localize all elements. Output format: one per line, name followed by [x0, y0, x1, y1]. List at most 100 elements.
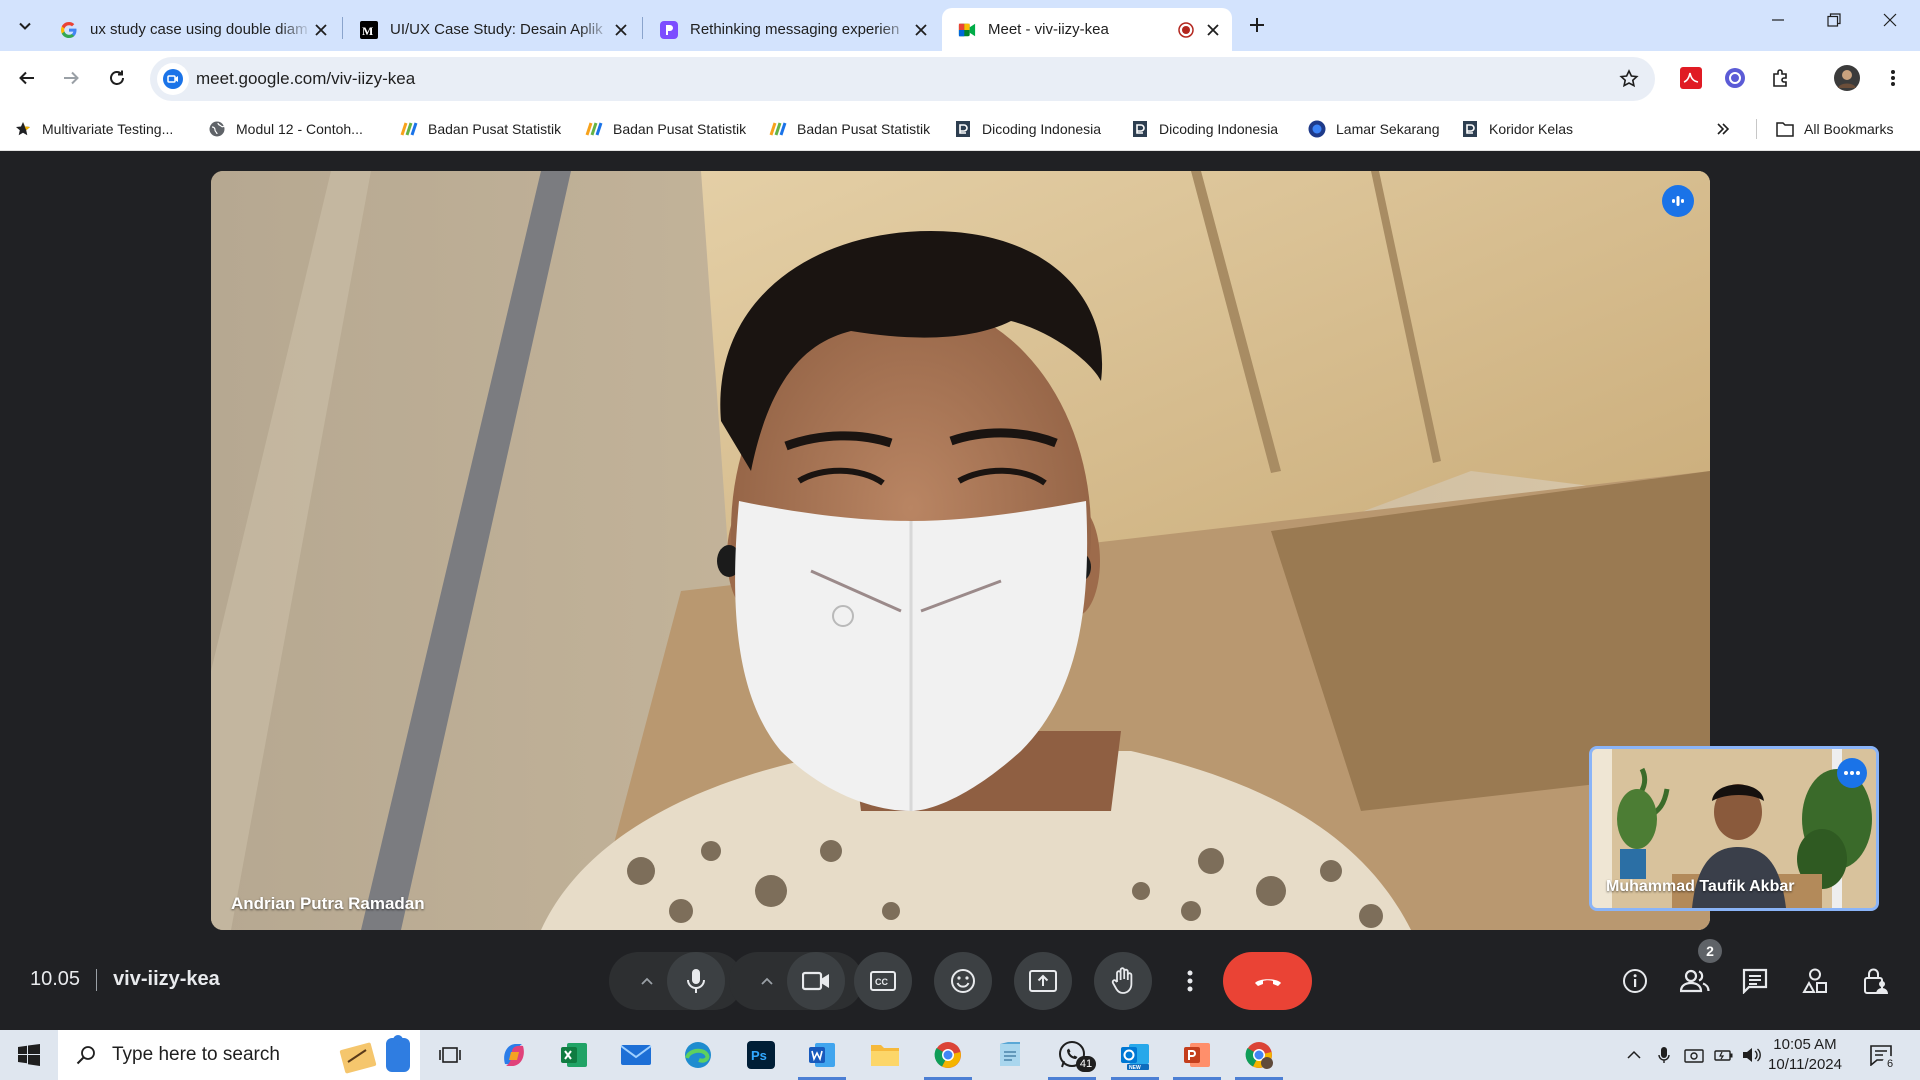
tray-camera-status[interactable]: [1680, 1030, 1708, 1080]
meeting-details: 10.05 viv-iizy-kea: [30, 968, 220, 991]
taskbar-clock[interactable]: 10:05 AM 10/11/2024: [1760, 1035, 1850, 1075]
taskbar-excel[interactable]: [544, 1030, 604, 1080]
taskbar-notepad[interactable]: [980, 1030, 1040, 1080]
taskbar-search-box[interactable]: Type here to search: [58, 1030, 420, 1080]
browser-tab-strip: ux study case using double diam M UI/UX …: [0, 0, 1920, 51]
taskbar-whatsapp[interactable]: 41: [1042, 1030, 1102, 1080]
present-screen-button[interactable]: [1014, 952, 1072, 1010]
tab-meet[interactable]: Meet - viv-iizy-kea: [942, 8, 1232, 51]
word-icon: [809, 1043, 835, 1067]
tab-uiux-case-study[interactable]: M UI/UX Case Study: Desain Aplik: [344, 8, 640, 51]
close-icon[interactable]: [312, 21, 330, 39]
taskbar-word[interactable]: [792, 1030, 852, 1080]
tab-title: Meet - viv-iizy-kea: [988, 21, 1109, 38]
recording-icon: [1178, 21, 1194, 38]
tab-rethinking-messaging[interactable]: Rethinking messaging experien: [644, 8, 940, 51]
bookmark-star-button[interactable]: [1617, 67, 1641, 91]
microphone-button[interactable]: [667, 952, 725, 1010]
back-button[interactable]: [9, 60, 45, 96]
activities-button[interactable]: [1791, 957, 1839, 1005]
profile-button[interactable]: [1829, 60, 1865, 96]
bookmark-bps-1[interactable]: Badan Pusat Statistik: [400, 118, 561, 140]
google-g-icon: [60, 21, 78, 39]
audio-settings-button[interactable]: [627, 952, 667, 1010]
bookmark-lamar-sekarang[interactable]: Lamar Sekarang: [1308, 118, 1440, 140]
microphone-control-group: [609, 952, 743, 1010]
puzzle-icon: [1773, 69, 1787, 87]
captions-button[interactable]: CC: [854, 952, 912, 1010]
extension-purple-button[interactable]: [1717, 60, 1753, 96]
video-settings-button[interactable]: [747, 952, 787, 1010]
taskbar-file-explorer[interactable]: [855, 1030, 915, 1080]
edge-icon: [685, 1042, 711, 1068]
show-hidden-icons-button[interactable]: [1620, 1030, 1648, 1080]
extensions-button[interactable]: [1763, 60, 1799, 96]
bookmark-label: Modul 12 - Contoh...: [236, 121, 363, 137]
reload-icon: [110, 70, 124, 85]
extension-pdf-button[interactable]: [1673, 60, 1709, 96]
chat-button[interactable]: [1731, 957, 1779, 1005]
host-controls-button[interactable]: [1851, 957, 1899, 1005]
start-button[interactable]: [0, 1030, 58, 1080]
taskbar-photoshop[interactable]: Ps: [731, 1030, 791, 1080]
restore-button[interactable]: [1806, 0, 1862, 40]
lamar-icon: [1308, 120, 1326, 138]
leave-call-button[interactable]: [1223, 952, 1312, 1010]
taskbar-powerpoint[interactable]: [1167, 1030, 1227, 1080]
site-info-button[interactable]: [157, 63, 189, 95]
close-icon[interactable]: [612, 21, 630, 39]
bookmarks-overflow-button[interactable]: [1716, 118, 1730, 140]
hand-icon: [1111, 967, 1133, 994]
windows-logo-icon: [18, 1044, 40, 1066]
google-meet-icon: [958, 21, 976, 39]
self-view-tile[interactable]: Muhammad Taufik Akbar: [1589, 746, 1879, 911]
bookmark-dicoding-2[interactable]: Dicoding Indonesia: [1131, 118, 1278, 140]
bookmark-modul-12[interactable]: Modul 12 - Contoh...: [208, 118, 363, 140]
svg-text:CC: CC: [875, 977, 888, 987]
meeting-code: viv-iizy-kea: [113, 968, 220, 990]
new-tab-button[interactable]: [1242, 10, 1272, 40]
chevron-down-icon: [19, 22, 31, 30]
taskbar-chrome-profile[interactable]: [1229, 1030, 1289, 1080]
self-participant-name: Muhammad Taufik Akbar: [1606, 878, 1795, 895]
raise-hand-button[interactable]: [1094, 952, 1152, 1010]
taskbar-outlook-new[interactable]: NEW: [1105, 1030, 1165, 1080]
tab-ux-study[interactable]: ux study case using double diam: [44, 8, 340, 51]
taskbar-mail[interactable]: [606, 1030, 666, 1080]
camera-button[interactable]: [787, 952, 845, 1010]
close-window-button[interactable]: [1862, 0, 1918, 40]
close-icon[interactable]: [912, 21, 930, 39]
close-icon[interactable]: [1204, 21, 1222, 39]
taskbar-copilot[interactable]: [484, 1030, 544, 1080]
address-bar[interactable]: meet.google.com/viv-iizy-kea: [150, 57, 1655, 101]
bookmark-koridor-kelas[interactable]: Koridor Kelas: [1461, 118, 1573, 140]
more-horizontal-icon: [1844, 771, 1860, 775]
bookmark-bps-3[interactable]: Badan Pusat Statistik: [769, 118, 930, 140]
people-icon: [1680, 969, 1710, 993]
excel-icon: [561, 1043, 587, 1067]
more-options-button[interactable]: [1173, 952, 1207, 1010]
bookmark-bps-2[interactable]: Badan Pusat Statistik: [585, 118, 746, 140]
bookmark-dicoding-1[interactable]: Dicoding Indonesia: [954, 118, 1101, 140]
all-bookmarks-button[interactable]: All Bookmarks: [1776, 118, 1893, 140]
browser-menu-button[interactable]: [1875, 60, 1911, 96]
clock-date: 10/11/2024: [1768, 1056, 1842, 1073]
tray-battery[interactable]: [1710, 1030, 1738, 1080]
self-view-more-button[interactable]: [1837, 758, 1867, 788]
bookmark-multivariate[interactable]: Multivariate Testing...: [14, 118, 173, 140]
battery-plug-icon: [1714, 1050, 1733, 1061]
folder-icon: [871, 1045, 899, 1066]
people-button[interactable]: [1671, 957, 1719, 1005]
tray-microphone[interactable]: [1650, 1030, 1678, 1080]
taskbar-chrome[interactable]: [918, 1030, 978, 1080]
tab-search-button[interactable]: [10, 11, 40, 41]
taskbar-edge[interactable]: [668, 1030, 728, 1080]
task-view-button[interactable]: [420, 1030, 480, 1080]
meeting-details-button[interactable]: [1611, 957, 1659, 1005]
forward-button[interactable]: [53, 60, 89, 96]
reload-button[interactable]: [99, 60, 135, 96]
search-highlight-illustration-icon: [339, 1035, 410, 1074]
minimize-button[interactable]: [1750, 0, 1806, 40]
reactions-button[interactable]: [934, 952, 992, 1010]
main-participant-tile[interactable]: Andrian Putra Ramadan: [211, 171, 1710, 930]
